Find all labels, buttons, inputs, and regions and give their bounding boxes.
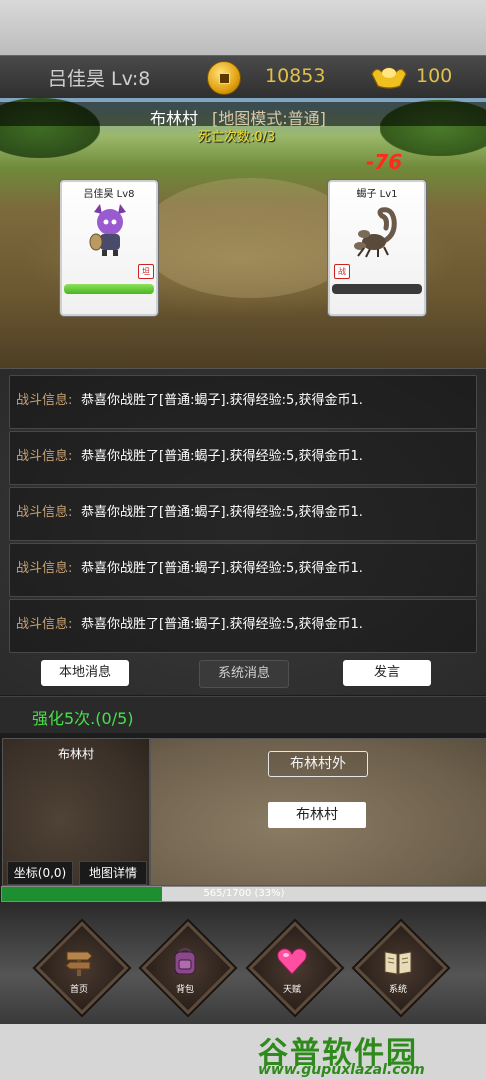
nav-system-label: 系统: [388, 985, 407, 995]
exp-bar: 565/1700 (33%): [1, 886, 486, 902]
log-prefix: 战斗信息:: [16, 505, 73, 520]
nav-talent-button[interactable]: 天赋: [248, 921, 342, 1015]
coin-icon: [207, 61, 241, 95]
log-prefix: 战斗信息:: [16, 617, 73, 632]
nav-home-button[interactable]: 首页: [35, 921, 129, 1015]
map-node-outer[interactable]: 布林村外: [268, 751, 368, 777]
status-bar: 吕佳昊 Lv:8 10853 100: [0, 55, 486, 99]
watermark-footer: 谷普软件园 www.gupuxlazal.com: [0, 1024, 486, 1080]
enhance-status: 强化5次.(0/5): [32, 709, 134, 728]
log-entry: 战斗信息: 恭喜你战胜了[普通:蝎子].获得经验:5,获得金币1.: [9, 599, 477, 653]
log-message: 恭喜你战胜了[普通:蝎子].获得经验:5,获得金币1.: [81, 505, 363, 520]
map-name: 布林村: [150, 109, 199, 128]
player-role-tag: 坦: [138, 264, 154, 279]
enhance-strip: 强化5次.(0/5): [0, 696, 486, 733]
minimap-label: 布林村: [57, 747, 94, 761]
nav-system-button[interactable]: 系统: [354, 921, 448, 1015]
log-entry: 战斗信息: 恭喜你战胜了[普通:蝎子].获得经验:5,获得金币1.: [9, 487, 477, 541]
enemy-card[interactable]: 蝎子 Lv1 战: [328, 180, 426, 316]
speak-button[interactable]: 发言: [343, 660, 431, 686]
log-prefix: 战斗信息:: [16, 561, 73, 576]
log-entry: 战斗信息: 恭喜你战胜了[普通:蝎子].获得经验:5,获得金币1.: [9, 375, 477, 429]
heart-icon: [277, 948, 307, 975]
bottom-nav: 首页 背包 天赋 系统: [0, 902, 486, 1024]
minimap: 布林村 坐标(0,0) 地图详情: [2, 738, 150, 886]
system-messages-button[interactable]: 系统消息: [199, 660, 289, 688]
map-node-current[interactable]: 布林村: [268, 802, 366, 828]
coordinates-button[interactable]: 坐标(0,0): [7, 861, 73, 885]
nav-talent-label: 天赋: [282, 985, 301, 995]
local-messages-button[interactable]: 本地消息: [41, 660, 129, 686]
backpack-icon: [174, 948, 196, 975]
enemy-card-name: 蝎子 Lv1: [356, 189, 398, 200]
scenery-path: [140, 178, 360, 298]
top-strip: [0, 0, 486, 55]
signpost-icon: [65, 951, 93, 976]
enemy-role-tag: 战: [334, 264, 350, 279]
battle-log-panel: 战斗信息: 恭喜你战胜了[普通:蝎子].获得经验:5,获得金币1. 战斗信息: …: [0, 368, 486, 695]
log-entry: 战斗信息: 恭喜你战胜了[普通:蝎子].获得经验:5,获得金币1.: [9, 431, 477, 485]
player-card[interactable]: 吕佳昊 Lv8 坦: [60, 180, 158, 316]
player-card-name: 吕佳昊 Lv8: [83, 189, 135, 200]
log-prefix: 战斗信息:: [16, 393, 73, 408]
log-message: 恭喜你战胜了[普通:蝎子].获得经验:5,获得金币1.: [81, 393, 363, 408]
watermark-url: www.gupuxlazal.com: [258, 1062, 425, 1078]
battle-scene: 布林村 [地图模式:普通] 死亡次数:0/3 -76 吕佳昊 Lv8 坦 蝎子 …: [0, 98, 486, 368]
player-portrait-icon: [89, 204, 126, 256]
log-message: 恭喜你战胜了[普通:蝎子].获得经验:5,获得金币1.: [81, 617, 363, 632]
map-banner: 布林村 [地图模式:普通]: [0, 102, 486, 128]
death-count: 死亡次数:0/3: [198, 130, 276, 145]
world-map: 布林村外 布林村: [150, 738, 486, 886]
log-message: 恭喜你战胜了[普通:蝎子].获得经验:5,获得金币1.: [81, 449, 363, 464]
ingot-amount: 100: [416, 65, 453, 87]
damage-number: -76: [366, 150, 403, 174]
ingot-icon: [371, 67, 407, 89]
nav-home-label: 首页: [69, 985, 88, 995]
enemy-hp-bar: [332, 284, 422, 294]
map-details-button[interactable]: 地图详情: [79, 861, 147, 885]
log-entry: 战斗信息: 恭喜你战胜了[普通:蝎子].获得经验:5,获得金币1.: [9, 543, 477, 597]
player-hp-bar: [64, 284, 154, 294]
nav-bag-label: 背包: [175, 985, 194, 995]
log-prefix: 战斗信息:: [16, 449, 73, 464]
scorpion-portrait-icon: [354, 207, 397, 258]
log-message: 恭喜你战胜了[普通:蝎子].获得经验:5,获得金币1.: [81, 561, 363, 576]
book-icon: [384, 951, 412, 975]
gold-amount: 10853: [265, 65, 326, 87]
nav-bag-button[interactable]: 背包: [141, 921, 235, 1015]
exp-text: 565/1700 (33%): [203, 888, 285, 899]
player-name: 吕佳昊 Lv:8: [48, 68, 151, 90]
